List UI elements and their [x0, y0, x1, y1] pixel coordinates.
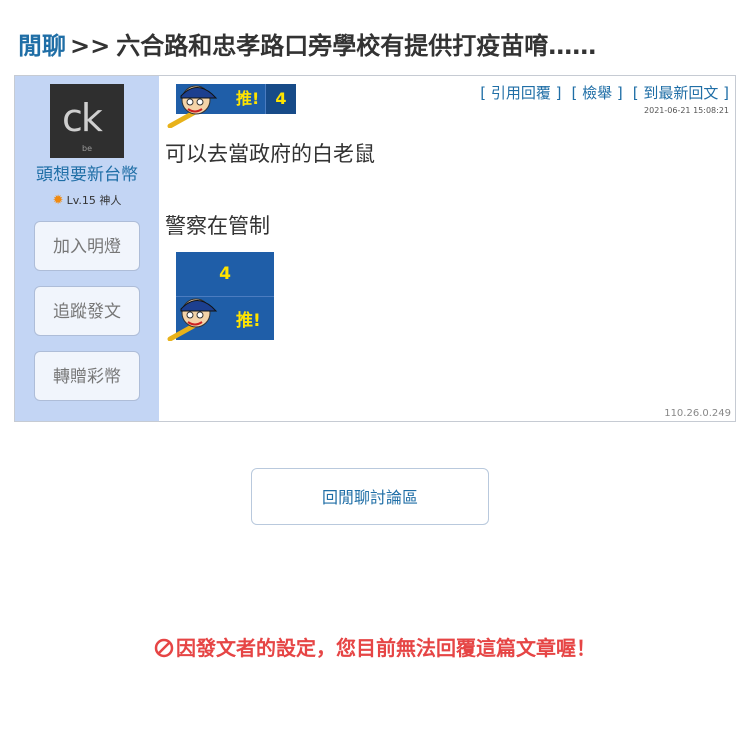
baseball-mascot-icon — [167, 298, 218, 341]
avatar-logo-subtext: be — [82, 144, 92, 153]
push-image-count: 4 — [176, 252, 274, 297]
notice-text: 因發文者的設定，您目前無法回覆這篇文章喔！ — [176, 636, 596, 660]
ban-icon — [154, 638, 174, 658]
back-to-forum-button[interactable]: 回閒聊討論區 — [251, 468, 489, 525]
post-timestamp: 2021-06-21 15:08:21 — [644, 106, 729, 115]
user-level-text: Lv.15 神人 — [66, 194, 122, 207]
gift-coins-button[interactable]: 轉贈彩幣 — [34, 351, 140, 401]
thread-title-bar: 閒聊 >> 六合路和忠孝路口旁學校有提供打疫苗唷…… — [18, 26, 596, 61]
quote-reply-link[interactable]: [ 引用回覆 ] — [480, 84, 561, 102]
post-card: ck be 頭想要新台幣 ✹ Lv.15 神人 加入明燈 追蹤發文 轉贈彩幣 推!… — [14, 75, 736, 422]
report-link[interactable]: [ 檢舉 ] — [572, 84, 623, 102]
sun-icon: ✹ — [52, 193, 64, 208]
push-badge[interactable]: 推! 4 — [167, 84, 296, 128]
avatar[interactable]: ck be — [50, 84, 124, 158]
follow-light-button[interactable]: 加入明燈 — [34, 221, 140, 271]
forum-link[interactable]: 閒聊 — [18, 32, 66, 60]
post-line-1: 可以去當政府的白老鼠 — [165, 142, 375, 166]
latest-reply-link[interactable]: [ 到最新回文 ] — [633, 84, 729, 102]
post-actions: [ 引用回覆 ] [ 檢舉 ] [ 到最新回文 ] — [470, 82, 729, 103]
reply-disabled-notice: 因發文者的設定，您目前無法回覆這篇文章喔！ — [0, 632, 750, 661]
post-content: 推! 4 [ 引用回覆 ] [ 檢舉 ] [ 到最新回文 ] 2021-06-21 … — [159, 76, 735, 421]
breadcrumb-separator: >> — [70, 32, 111, 60]
thread-title: 六合路和忠孝路口旁學校有提供打疫苗唷…… — [116, 32, 597, 60]
track-posts-button[interactable]: 追蹤發文 — [34, 286, 140, 336]
baseball-mascot-icon — [167, 85, 218, 128]
ip-address: 110.26.0.249 — [664, 408, 731, 419]
avatar-logo-text: ck — [62, 96, 103, 140]
push-count: 4 — [265, 84, 296, 114]
post-line-2: 警察在管制 — [165, 214, 270, 238]
username[interactable]: 頭想要新台幣 — [15, 160, 159, 185]
user-sidebar: ck be 頭想要新台幣 ✹ Lv.15 神人 加入明燈 追蹤發文 轉贈彩幣 — [15, 76, 159, 421]
push-image: 4 推! — [167, 252, 274, 341]
push-image-label: 推! — [236, 311, 261, 331]
user-level: ✹ Lv.15 神人 — [15, 192, 159, 208]
push-label: 推! — [236, 89, 260, 108]
